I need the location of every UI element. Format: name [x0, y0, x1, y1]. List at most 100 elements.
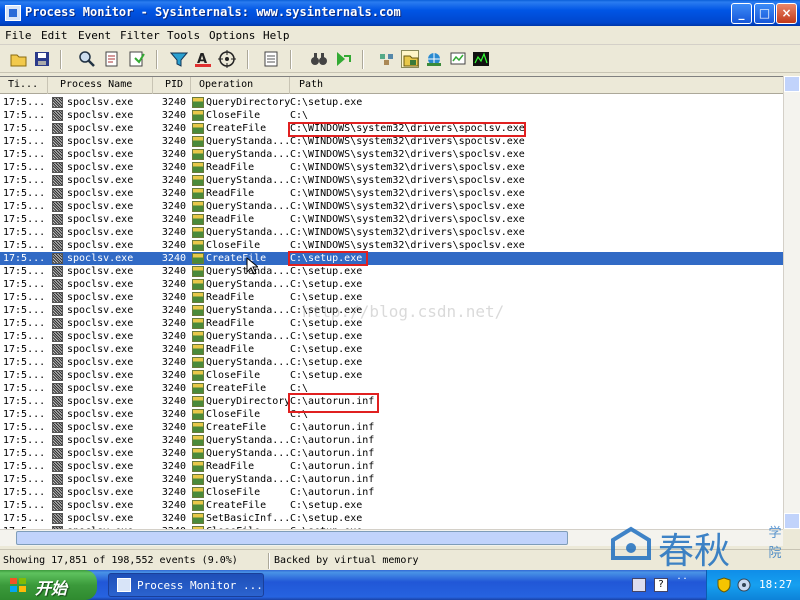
menu-filter[interactable]: Filter — [120, 29, 160, 42]
table-row[interactable]: 17:5... spoclsv.exe 3240 CreateFile C:\ — [0, 382, 783, 395]
table-row[interactable]: 17:5... spoclsv.exe 3240 QueryStanda... C:\W… — [0, 200, 783, 213]
menu-event[interactable]: Event — [78, 29, 111, 42]
process-icon — [52, 357, 63, 368]
vertical-scrollbar[interactable] — [783, 76, 800, 529]
scroll-up-button[interactable] — [784, 76, 800, 92]
table-row[interactable]: 17:5... spoclsv.exe 3240 ReadFile C:\WINDOWS… — [0, 161, 783, 174]
table-row[interactable]: 17:5... spoclsv.exe 3240 ReadFile C:\WINDOWS… — [0, 213, 783, 226]
cell-time: 17:5... — [3, 448, 46, 459]
capture-icon[interactable] — [103, 50, 121, 68]
table-row[interactable]: 17:5... spoclsv.exe 3240 QueryStanda... C:\W… — [0, 174, 783, 187]
menu-tools[interactable]: Tools — [167, 29, 200, 42]
clock: 18:27 — [759, 578, 793, 591]
cell-process-name: spoclsv.exe — [67, 305, 134, 316]
start-button[interactable]: 开始 — [0, 570, 97, 600]
cell-operation: QueryStanda... — [206, 175, 290, 186]
registry-icon[interactable] — [378, 50, 396, 68]
cell-path: C:\setup.exe — [290, 357, 363, 368]
properties-icon[interactable] — [262, 50, 280, 68]
table-row[interactable]: 17:5... spoclsv.exe 3240 ReadFile C:\WINDOWS… — [0, 187, 783, 200]
scroll-thumb[interactable] — [16, 531, 568, 545]
cell-time: 17:5... — [3, 149, 46, 160]
table-row[interactable]: 17:5... spoclsv.exe 3240 ReadFile C:\setup.e… — [0, 343, 783, 356]
tray-arrows-icon[interactable]: ˙˙ — [676, 577, 690, 592]
table-row[interactable]: 17:5... spoclsv.exe 3240 CreateFile C:\setup… — [0, 252, 783, 265]
filter-icon[interactable] — [170, 50, 188, 68]
keyboard-icon[interactable] — [632, 578, 646, 592]
event-list[interactable]: Ti... Process Name PID Operation Path 17… — [0, 76, 783, 529]
process-icon — [52, 500, 63, 511]
minimize-button[interactable]: _ — [731, 3, 752, 24]
operation-icon — [192, 110, 204, 121]
volume-icon[interactable] — [736, 577, 752, 593]
table-row[interactable]: 17:5... spoclsv.exe 3240 CloseFile C:\autoru… — [0, 486, 783, 499]
table-row[interactable]: 17:5...spoclsv.exe3240QueryStanda...C:\s… — [0, 265, 783, 278]
table-row[interactable]: 17:5... spoclsv.exe 3240 CloseFile C:\ — [0, 109, 783, 122]
find-icon[interactable] — [310, 50, 328, 68]
column-pid[interactable]: PID — [153, 77, 191, 94]
table-row[interactable]: 17:5... spoclsv.exe 3240 QueryDirectory C:\a… — [0, 395, 783, 408]
filesystem-icon[interactable] — [401, 50, 419, 68]
cell-time: 17:5... — [3, 240, 46, 251]
cell-time: 17:5... — [3, 123, 46, 134]
cell-time: 17:5... — [3, 396, 46, 407]
help-icon[interactable]: ? — [654, 578, 668, 592]
menu-edit[interactable]: Edit — [41, 29, 68, 42]
cell-operation: CreateFile — [206, 123, 267, 134]
save-icon[interactable] — [33, 50, 51, 68]
table-row[interactable]: 17:5... spoclsv.exe 3240 CreateFile C:\WINDO… — [0, 122, 783, 135]
cell-path: C:\setup.exe — [290, 500, 363, 511]
table-row[interactable]: 17:5... spoclsv.exe 3240 QueryStanda... C:\a… — [0, 447, 783, 460]
taskbar-item-process-monitor[interactable]: Process Monitor ... — [108, 573, 264, 597]
table-row[interactable]: 17:5... spoclsv.exe 3240 QueryDirectory C:\s… — [0, 96, 783, 109]
target-icon[interactable] — [218, 50, 236, 68]
table-row[interactable]: 17:5... spoclsv.exe 3240 CloseFile C:\WINDOW… — [0, 239, 783, 252]
column-time[interactable]: Ti... — [0, 77, 48, 94]
cell-time: 17:5... — [3, 370, 46, 381]
table-row[interactable]: 17:5... spoclsv.exe 3240 CloseFile C:\ — [0, 408, 783, 421]
table-row[interactable]: 17:5... spoclsv.exe 3240 QueryStanda... C:\W… — [0, 226, 783, 239]
column-operation[interactable]: Operation — [191, 77, 290, 94]
table-row[interactable]: 17:5...spoclsv.exe3240QueryStanda...C:\s… — [0, 356, 783, 369]
table-row[interactable]: 17:5... spoclsv.exe 3240 QueryStanda... C:\a… — [0, 473, 783, 486]
jump-icon[interactable] — [334, 50, 352, 68]
window-title: Process Monitor - Sysinternals: www.sysi… — [25, 5, 401, 19]
table-row[interactable]: 17:5... spoclsv.exe 3240 CloseFile C:\setup.… — [0, 369, 783, 382]
highlight-icon[interactable]: A — [194, 50, 212, 68]
table-row[interactable]: 17:5...spoclsv.exe3240QueryStanda...C:\s… — [0, 330, 783, 343]
cell-process-name: spoclsv.exe — [67, 149, 134, 160]
open-icon[interactable] — [10, 50, 28, 68]
table-row[interactable]: 17:5... spoclsv.exe 3240 CreateFile C:\autor… — [0, 421, 783, 434]
cell-process-name: spoclsv.exe — [67, 214, 134, 225]
table-row[interactable]: 17:5... spoclsv.exe 3240 QueryStanda... C:\a… — [0, 434, 783, 447]
menu-help[interactable]: Help — [263, 29, 290, 42]
network-icon[interactable] — [425, 50, 443, 68]
process-icon — [52, 149, 63, 160]
cell-time: 17:5... — [3, 331, 46, 342]
table-row[interactable]: 17:5...spoclsv.exe3240QueryStanda...C:\s… — [0, 278, 783, 291]
operation-icon — [192, 162, 204, 173]
security-shield-icon[interactable] — [717, 577, 731, 593]
column-path[interactable]: Path — [290, 77, 783, 94]
menu-file[interactable]: File — [5, 29, 32, 42]
close-button[interactable]: × — [776, 3, 797, 24]
maximize-button[interactable]: □ — [754, 3, 775, 24]
menu-options[interactable]: Options — [209, 29, 255, 42]
process-icon[interactable] — [449, 50, 467, 68]
process-icon — [52, 370, 63, 381]
profiling-icon[interactable] — [472, 50, 490, 68]
operation-icon — [192, 318, 204, 329]
magnify-icon[interactable] — [78, 50, 96, 68]
operation-icon — [192, 279, 204, 290]
cell-pid: 3240 — [161, 136, 186, 147]
operation-icon — [192, 123, 204, 134]
autoscroll-icon[interactable] — [128, 50, 146, 68]
table-row[interactable]: 17:5... spoclsv.exe 3240 CreateFile C:\setup… — [0, 499, 783, 512]
cell-path: C:\ — [290, 110, 309, 121]
column-process-name[interactable]: Process Name — [48, 77, 153, 94]
table-row[interactable]: 17:5... spoclsv.exe 3240 QueryStanda... C:\W… — [0, 148, 783, 161]
table-row[interactable]: 17:5... spoclsv.exe 3240 QueryStanda... C:\W… — [0, 135, 783, 148]
title-bar[interactable]: Process Monitor - Sysinternals: www.sysi… — [0, 0, 800, 26]
process-icon — [52, 513, 63, 524]
table-row[interactable]: 17:5... spoclsv.exe 3240 ReadFile C:\autorun… — [0, 460, 783, 473]
